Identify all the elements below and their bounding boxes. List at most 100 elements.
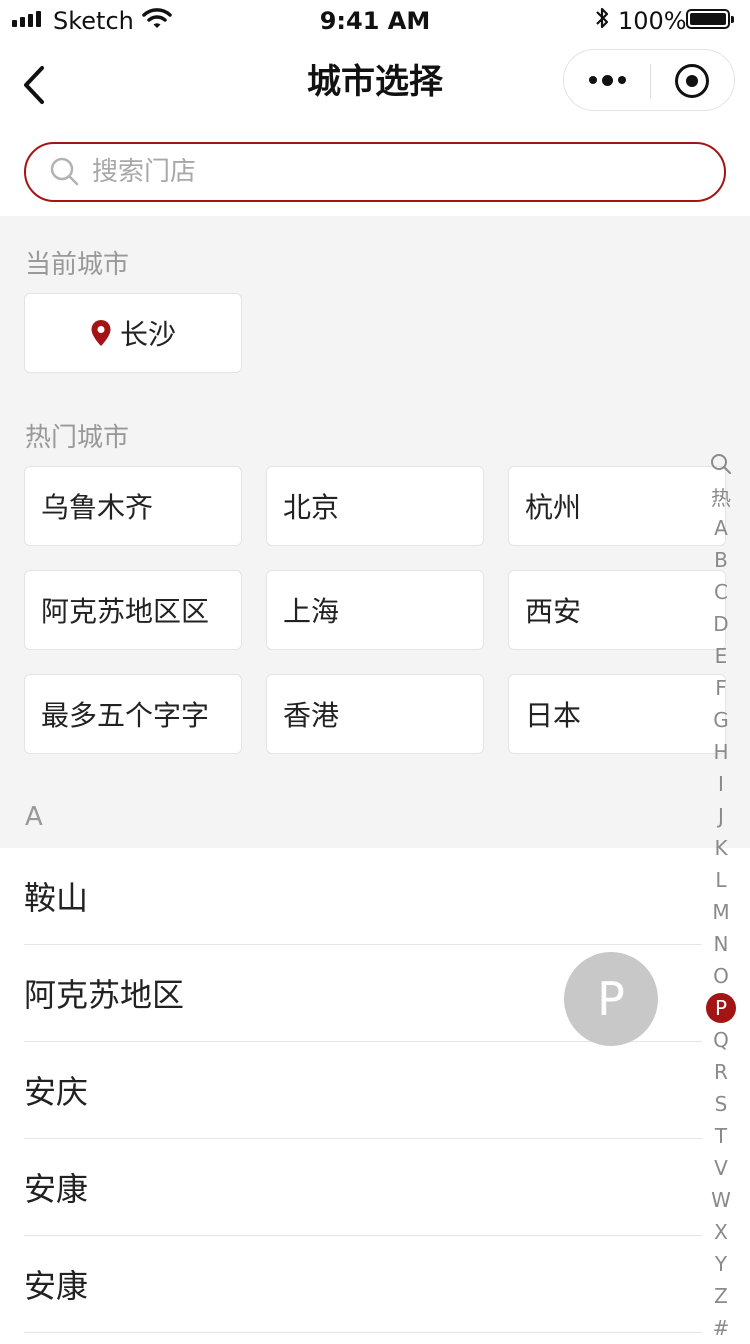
city-list-item-name: 安康 <box>24 1170 89 1208</box>
index-letter[interactable]: D <box>704 608 738 640</box>
bluetooth-icon <box>596 7 609 29</box>
index-letter-text: # <box>712 1316 730 1340</box>
index-letter[interactable]: W <box>704 1184 738 1216</box>
hot-city-name: 乌鲁木齐 <box>41 491 154 524</box>
city-list-item[interactable]: 安庆 <box>24 1042 702 1139</box>
location-pin-icon <box>91 320 111 346</box>
index-letter-text: Y <box>714 1252 728 1276</box>
more-button[interactable] <box>564 50 650 110</box>
index-letter-text: N <box>713 932 729 956</box>
index-letter[interactable]: F <box>704 672 738 704</box>
capsule-divider <box>650 64 651 98</box>
hot-city-button[interactable]: 最多五个字字 <box>24 674 242 754</box>
hot-city-name: 日本 <box>525 699 582 732</box>
index-letter-text: 热 <box>711 485 731 510</box>
city-list-item-name: 阿克苏地区 <box>24 976 185 1014</box>
index-letter-text: G <box>713 708 729 732</box>
city-list-item[interactable]: 安康 <box>24 1236 702 1333</box>
nav-bar: 城市选择 <box>0 40 750 128</box>
index-letter-text: I <box>718 772 724 796</box>
index-letter-text: F <box>715 676 727 700</box>
index-letter[interactable]: K <box>704 832 738 864</box>
hot-city-button[interactable]: 北京 <box>266 466 484 546</box>
index-letter[interactable]: A <box>704 512 738 544</box>
current-city-label: 当前城市 <box>25 250 130 280</box>
index-letter-text: P <box>706 993 736 1023</box>
index-letter[interactable]: C <box>704 576 738 608</box>
index-letter-text: Z <box>714 1284 728 1308</box>
more-dots-icon <box>588 76 597 84</box>
index-letter[interactable]: X <box>704 1216 738 1248</box>
hot-city-name: 阿克苏地区区 <box>41 595 210 628</box>
city-list-item[interactable]: 鞍山 <box>24 848 702 945</box>
index-letter-text: X <box>714 1220 728 1244</box>
current-city-button[interactable]: 长沙 <box>24 293 242 373</box>
index-letter[interactable]: R <box>704 1056 738 1088</box>
index-letter-text: D <box>713 612 729 636</box>
hot-city-button[interactable]: 上海 <box>266 570 484 650</box>
index-letter[interactable]: B <box>704 544 738 576</box>
index-letter-text: E <box>714 644 728 668</box>
city-list-item-name: 安康 <box>24 1267 89 1305</box>
index-letter[interactable]: V <box>704 1152 738 1184</box>
index-letter[interactable]: G <box>704 704 738 736</box>
city-list-item-name: 安庆 <box>24 1073 89 1111</box>
status-bar: Sketch 9:41 AM 100% <box>0 0 750 40</box>
index-letter-text: B <box>714 548 728 572</box>
hot-city-button[interactable]: 阿克苏地区区 <box>24 570 242 650</box>
hot-city-button[interactable]: 乌鲁木齐 <box>24 466 242 546</box>
index-letter-bubble: P <box>564 952 658 1046</box>
index-letter-text: O <box>713 964 729 988</box>
index-letter-text: V <box>714 1156 728 1180</box>
index-letter[interactable]: 热 <box>704 480 738 512</box>
city-list-item[interactable]: 安康 <box>24 1139 702 1236</box>
index-letter[interactable]: Z <box>704 1280 738 1312</box>
index-letter-text: S <box>714 1092 728 1116</box>
index-letter-text: M <box>712 900 730 924</box>
index-letter[interactable]: T <box>704 1120 738 1152</box>
index-letter-text: H <box>713 740 729 764</box>
hot-city-button[interactable]: 杭州 <box>508 466 726 546</box>
current-city-name: 长沙 <box>119 318 176 351</box>
index-letter-text: L <box>715 868 727 892</box>
close-program-button[interactable] <box>675 64 709 98</box>
search-icon <box>50 157 79 186</box>
index-letter[interactable]: S <box>704 1088 738 1120</box>
index-letter[interactable]: Y <box>704 1248 738 1280</box>
hot-city-button[interactable]: 西安 <box>508 570 726 650</box>
index-letter[interactable]: L <box>704 864 738 896</box>
index-letter[interactable]: # <box>704 1312 738 1344</box>
index-letter-text: J <box>718 804 724 828</box>
index-letter-text: R <box>714 1060 728 1084</box>
hot-cities-label: 热门城市 <box>25 423 130 453</box>
index-letter[interactable]: M <box>704 896 738 928</box>
battery-percent: 100% <box>618 7 687 35</box>
hot-city-name: 最多五个字字 <box>41 699 210 732</box>
index-letter[interactable]: J <box>704 800 738 832</box>
index-letter[interactable]: I <box>704 768 738 800</box>
index-letter-text: K <box>714 836 728 860</box>
hot-city-name: 西安 <box>525 595 582 628</box>
search-input[interactable] <box>90 156 674 188</box>
index-letter[interactable]: E <box>704 640 738 672</box>
index-letter-text: T <box>714 1124 728 1148</box>
search-icon <box>711 454 731 474</box>
list-section-letter: A <box>25 802 43 832</box>
hot-city-name: 香港 <box>283 699 340 732</box>
hot-city-button[interactable]: 香港 <box>266 674 484 754</box>
index-letter[interactable]: H <box>704 736 738 768</box>
index-search-icon[interactable] <box>704 448 738 480</box>
index-letter[interactable]: N <box>704 928 738 960</box>
battery-icon <box>686 9 734 29</box>
alphabet-index-bar[interactable]: 热 A B C D E F G H I J K L M N O P Q R S T V W X Y Z # <box>704 448 738 1344</box>
index-letter-text: A <box>714 516 728 540</box>
index-letter-text: Q <box>713 1028 729 1052</box>
search-box[interactable] <box>24 142 726 202</box>
index-letter[interactable]: O <box>704 960 738 992</box>
index-letter-text: W <box>711 1188 731 1212</box>
hot-city-button[interactable]: 日本 <box>508 674 726 754</box>
hot-city-name: 北京 <box>283 491 340 524</box>
index-letter[interactable]: Q <box>704 1024 738 1056</box>
index-letter[interactable]: P <box>704 992 738 1024</box>
hot-city-name: 上海 <box>283 595 340 628</box>
